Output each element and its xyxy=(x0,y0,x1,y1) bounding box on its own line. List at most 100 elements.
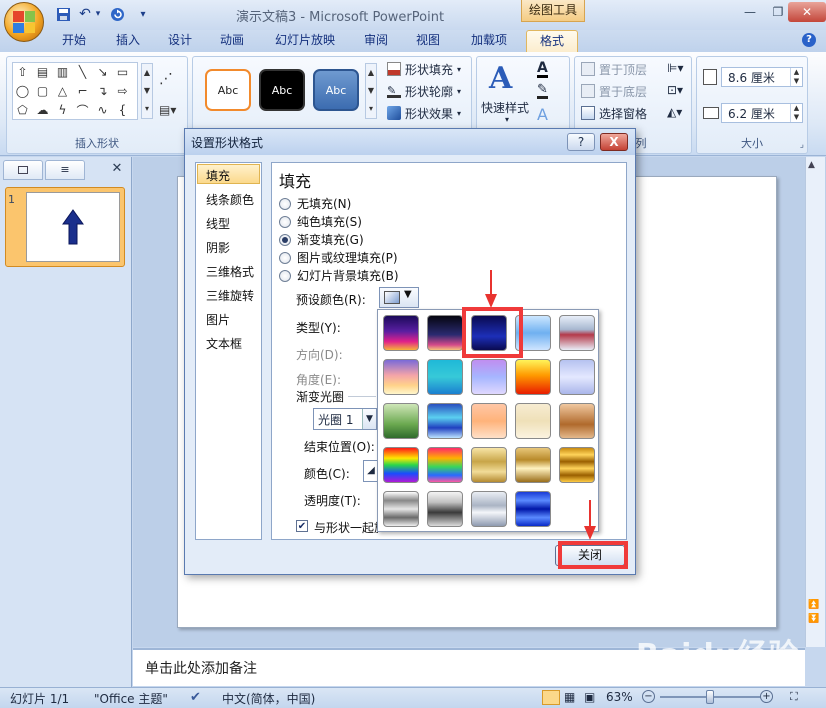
zoom-out-icon[interactable]: − xyxy=(642,690,655,703)
customize-qat-icon[interactable]: ▾ xyxy=(138,5,148,23)
tab-addins[interactable]: 加载项 xyxy=(462,30,516,52)
shape-oval-icon[interactable]: ◯ xyxy=(13,82,32,100)
style-preset-2[interactable]: Abc xyxy=(259,69,305,111)
send-back-button[interactable]: 置于底层 xyxy=(581,81,647,101)
shape-right-arrow-icon[interactable]: ⇨ xyxy=(113,82,132,100)
slides-tab[interactable] xyxy=(3,160,43,180)
shape-vertical-textbox-icon[interactable]: ▥ xyxy=(53,63,72,81)
text-outline-icon[interactable]: ✎ xyxy=(537,83,548,99)
style-preset-1[interactable]: Abc xyxy=(205,69,251,111)
category-shadow[interactable]: 阴影 xyxy=(206,239,230,256)
gradient-fill-radio[interactable] xyxy=(279,233,291,246)
group-icon[interactable]: ⊡▾ xyxy=(667,83,683,97)
gradient-fill-option[interactable]: 渐变填充(G) xyxy=(279,231,364,248)
selection-pane-button[interactable]: 选择窗格 xyxy=(581,103,647,123)
shapes-gallery[interactable]: ⇧ ▤ ▥ ╲ ↘ ▭ ◯ ▢ △ ⌐ ↴ ⇨ ⬠ ☁ ϟ ⌒ ∿ { xyxy=(12,62,138,120)
gradient-swatch-r1-c5[interactable] xyxy=(559,315,595,351)
normal-view-icon[interactable] xyxy=(542,690,560,705)
shape-curve-icon[interactable]: ⌒ xyxy=(73,101,92,119)
gradient-swatch-r3-c5[interactable] xyxy=(559,403,595,439)
shape-arrow-line-icon[interactable]: ↘ xyxy=(93,63,112,81)
height-input[interactable]: 8.6 厘米 ▲ ▼ xyxy=(721,67,803,87)
tab-slideshow[interactable]: 幻灯片放映 xyxy=(268,30,342,52)
shape-up-arrow-icon[interactable]: ⇧ xyxy=(13,63,32,81)
gradient-swatch-r4-c2[interactable] xyxy=(427,447,463,483)
rotate-icon[interactable]: ◭▾ xyxy=(667,105,682,119)
quick-styles-dropdown-icon[interactable]: ▾ xyxy=(505,115,509,124)
category-fill[interactable]: 填充 xyxy=(206,167,230,184)
shape-line-icon[interactable]: ╲ xyxy=(73,63,92,81)
background-fill-option[interactable]: 幻灯片背景填充(B) xyxy=(279,267,399,284)
outline-tab[interactable]: ≡ xyxy=(45,160,85,180)
gradient-swatch-r5-c3[interactable] xyxy=(471,491,507,527)
undo-icon[interactable]: ↶ xyxy=(76,5,94,23)
solid-fill-radio[interactable] xyxy=(279,215,291,228)
solid-fill-option[interactable]: 纯色填充(S) xyxy=(279,213,362,230)
zoom-slider-handle[interactable] xyxy=(706,690,714,704)
shape-fill-button[interactable]: 形状填充 ▾ xyxy=(387,59,461,79)
tab-home[interactable]: 开始 xyxy=(52,30,96,52)
width-spin-icon[interactable]: ▲ ▼ xyxy=(790,104,802,122)
quick-styles-a-icon[interactable]: A xyxy=(489,61,512,96)
help-icon[interactable]: ? xyxy=(802,33,816,47)
shape-cloud-icon[interactable]: ☁ xyxy=(33,101,52,119)
gradient-swatch-r2-c3[interactable] xyxy=(471,359,507,395)
shape-triangle-icon[interactable]: △ xyxy=(53,82,72,100)
shape-textbox-icon[interactable]: ▤ xyxy=(33,63,52,81)
no-fill-radio[interactable] xyxy=(279,197,291,210)
align-icon[interactable]: ⊫▾ xyxy=(667,61,683,75)
styles-more-icon[interactable]: ▲ ▼ ▾ xyxy=(365,63,377,119)
preset-dropdown-arrow-icon[interactable]: ▼ xyxy=(404,289,412,300)
text-fill-icon[interactable]: A xyxy=(537,61,548,78)
bring-front-button[interactable]: 置于顶层 xyxy=(581,59,647,79)
shapes-more-icon[interactable]: ▲ ▼ ▾ xyxy=(141,63,153,119)
sorter-view-icon[interactable]: ▦ xyxy=(564,690,575,704)
gradient-swatch-r4-c5[interactable] xyxy=(559,447,595,483)
shape-outline-button[interactable]: ✎ 形状轮廓 ▾ xyxy=(387,81,461,101)
shape-effects-button[interactable]: 形状效果 ▾ xyxy=(387,103,461,123)
vertical-scrollbar[interactable] xyxy=(805,157,825,647)
width-input[interactable]: 6.2 厘米 ▲ ▼ xyxy=(721,103,803,123)
spell-check-icon[interactable]: ✔ xyxy=(190,690,201,705)
tab-insert[interactable]: 插入 xyxy=(106,30,150,52)
shape-freeform-icon[interactable]: ∿ xyxy=(93,101,112,119)
prev-slide-icon[interactable]: ⏫ xyxy=(808,600,819,610)
office-button[interactable] xyxy=(4,2,44,42)
picture-fill-radio[interactable] xyxy=(279,251,291,264)
gradient-swatch-r2-c4[interactable] xyxy=(515,359,551,395)
gradient-swatch-r4-c1[interactable] xyxy=(383,447,419,483)
text-effects-icon[interactable]: A xyxy=(537,105,548,124)
category-picture[interactable]: 图片 xyxy=(206,311,230,328)
dialog-close-icon[interactable]: X xyxy=(600,133,628,151)
gradient-swatch-r4-c3[interactable] xyxy=(471,447,507,483)
redo-icon[interactable] xyxy=(108,5,126,23)
gradient-swatch-r1-c2[interactable] xyxy=(427,315,463,351)
gradient-swatch-r3-c2[interactable] xyxy=(427,403,463,439)
shape-lightning-icon[interactable]: ϟ xyxy=(53,101,72,119)
gradient-swatch-r5-c1[interactable] xyxy=(383,491,419,527)
zoom-level[interactable]: 63% xyxy=(606,690,633,704)
size-dialog-launcher-icon[interactable]: ⌟ xyxy=(800,140,804,150)
shape-rounded-rect-icon[interactable]: ▢ xyxy=(33,82,52,100)
gradient-swatch-r3-c1[interactable] xyxy=(383,403,419,439)
slide-thumbnail-preview[interactable] xyxy=(26,192,120,262)
shape-brace-icon[interactable]: { xyxy=(113,101,132,119)
category-line-style[interactable]: 线型 xyxy=(206,215,230,232)
edit-shape-icon[interactable]: ⋰ xyxy=(159,71,173,87)
slideshow-view-icon[interactable]: ▣ xyxy=(584,690,595,704)
tab-review[interactable]: 审阅 xyxy=(354,30,398,52)
category-3d-format[interactable]: 三维格式 xyxy=(206,263,254,280)
shape-elbow-arrow-icon[interactable]: ↴ xyxy=(93,82,112,100)
save-icon[interactable] xyxy=(54,5,72,23)
gradient-swatch-r4-c4[interactable] xyxy=(515,447,551,483)
undo-dropdown-icon[interactable]: ▾ xyxy=(94,5,102,23)
gradient-swatch-r2-c1[interactable] xyxy=(383,359,419,395)
gradient-swatch-r2-c2[interactable] xyxy=(427,359,463,395)
gradient-swatch-r2-c5[interactable] xyxy=(559,359,595,395)
shape-pentagon-icon[interactable]: ⬠ xyxy=(13,101,32,119)
gradient-stop-select[interactable]: 光圈 1 ▼ xyxy=(313,408,377,430)
window-close-icon[interactable]: ✕ xyxy=(788,2,826,22)
no-fill-option[interactable]: 无填充(N) xyxy=(279,195,351,212)
rotate-with-shape-checkbox[interactable]: ✔ xyxy=(296,520,308,532)
picture-fill-option[interactable]: 图片或纹理填充(P) xyxy=(279,249,398,266)
